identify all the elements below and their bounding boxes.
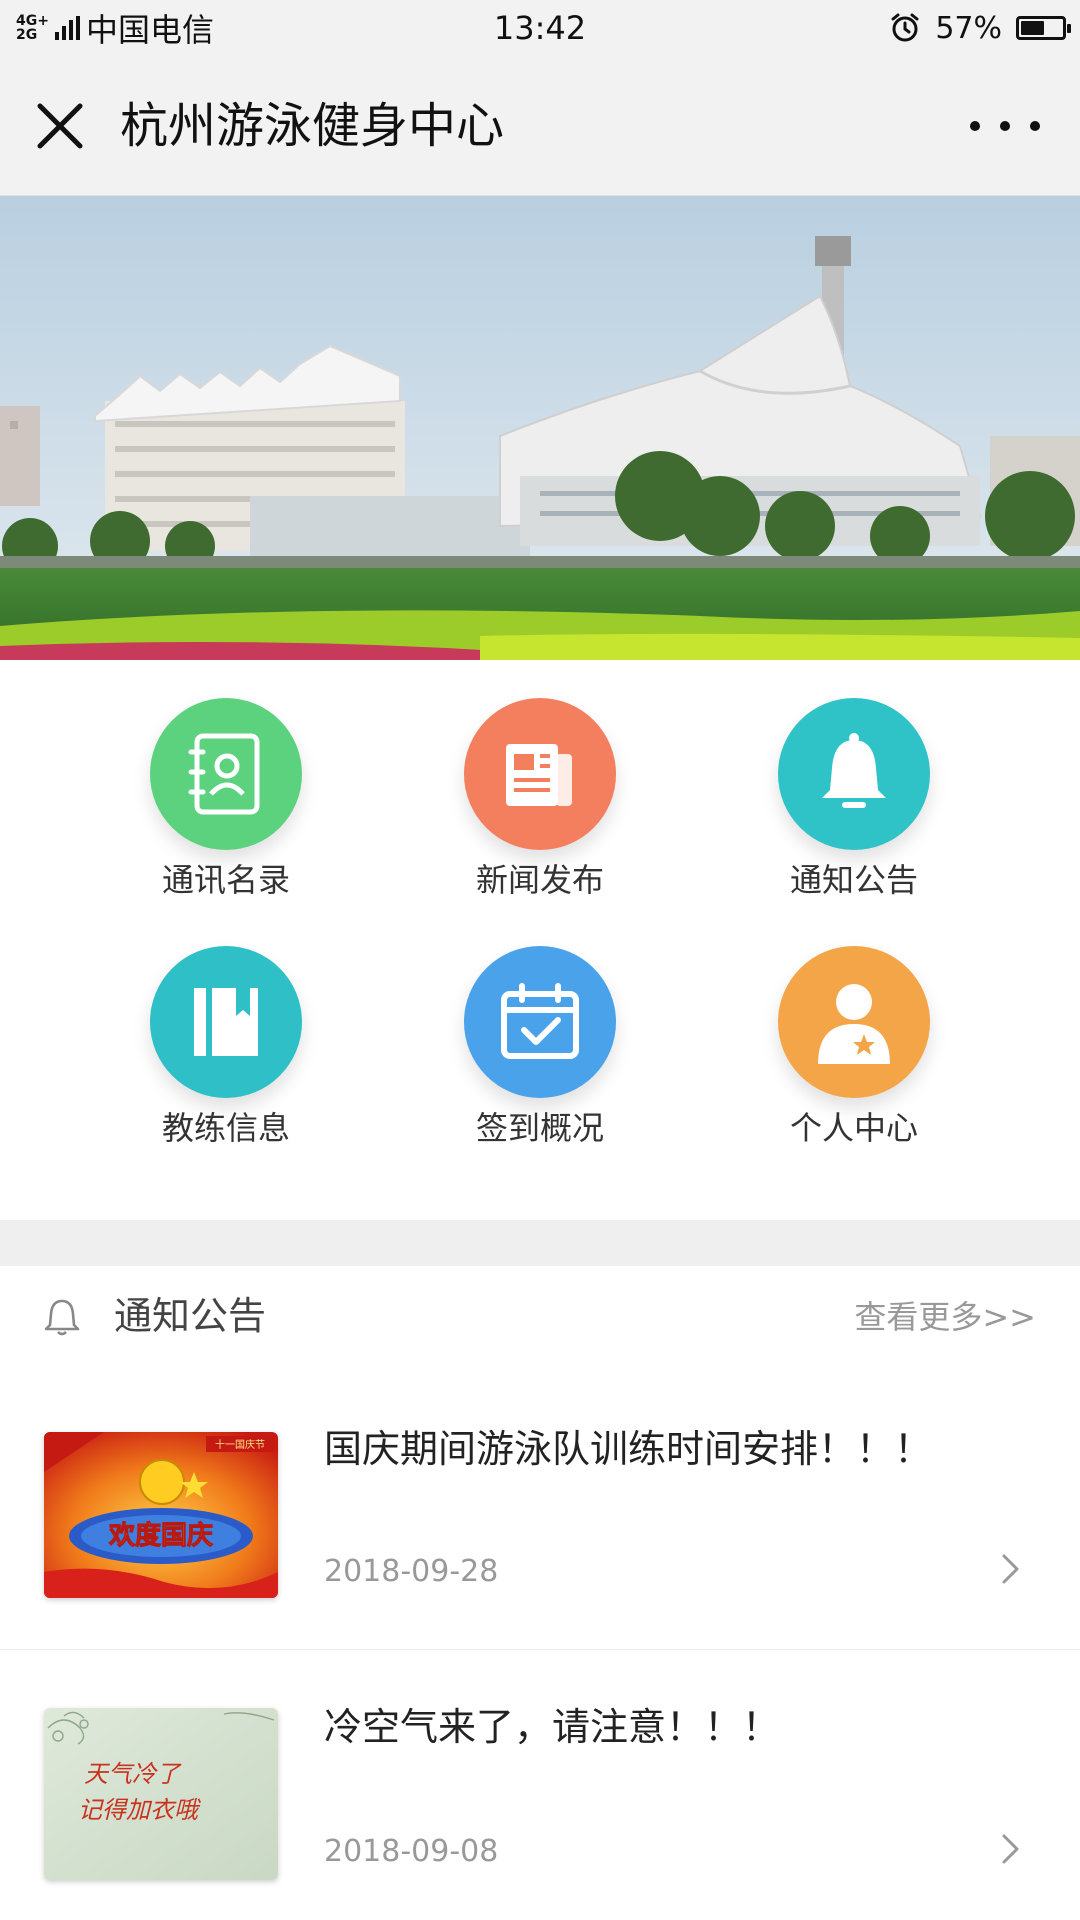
grid-icon-circle (464, 946, 616, 1098)
chevron-right-icon (1002, 1554, 1019, 1584)
grid-label: 通知公告 (789, 861, 918, 899)
cold-weather-image: 天气冷了 记得加衣哦 (44, 1708, 278, 1880)
grid-item-contacts[interactable]: 通讯名录 (76, 660, 376, 900)
list-item[interactable]: 十一国庆节 欢度国庆 国庆期间游泳队训练时间安排！！！ 2018-09-28 (0, 1366, 1080, 1650)
status-bar: 4G+ 2G 中国电信 13:42 57% (0, 0, 1080, 56)
status-right: 57% (889, 6, 1071, 50)
grid-item-checkin[interactable]: 签到概况 (390, 908, 690, 1148)
grid-item-profile[interactable]: 个人中心 (704, 908, 1004, 1148)
grid-label: 教练信息 (161, 1109, 290, 1147)
calendar-check-icon (501, 983, 579, 1059)
grid-label: 签到概况 (475, 1109, 604, 1147)
function-grid: 通讯名录 新闻发布 通知公告 教练信息 签到概况 个人中心 (0, 660, 1080, 1220)
bell-outline-icon (44, 1299, 80, 1336)
grid-label: 新闻发布 (475, 861, 604, 899)
battery-percent: 57% (935, 10, 1002, 46)
national-day-image: 十一国庆节 欢度国庆 (44, 1432, 278, 1598)
thumb-text-line1: 天气冷了 (84, 1760, 182, 1788)
grid-icon-circle (150, 698, 302, 850)
grid-icon-circle (464, 698, 616, 850)
grid-item-news[interactable]: 新闻发布 (390, 660, 690, 900)
building-photo (0, 196, 1080, 660)
list-item[interactable]: 天气冷了 记得加衣哦 冷空气来了，请注意！！！ 2018-09-08 (0, 1650, 1080, 1920)
newspaper-icon (506, 744, 572, 806)
news-thumbnail: 十一国庆节 欢度国庆 (44, 1432, 278, 1598)
section-separator (0, 1220, 1080, 1266)
alarm-clock-icon (891, 13, 919, 42)
grid-label: 通讯名录 (161, 861, 290, 899)
close-icon[interactable] (34, 100, 86, 152)
grid-item-notices[interactable]: 通知公告 (704, 660, 1004, 900)
thumb-text: 欢度国庆 (108, 1520, 213, 1551)
banner-image[interactable] (0, 196, 1080, 660)
news-title: 国庆期间游泳队训练时间安排！！！ (324, 1427, 933, 1471)
contacts-icon (188, 733, 260, 815)
grid-icon-circle (150, 946, 302, 1098)
news-date: 2018-09-08 (324, 1834, 499, 1869)
book-icon (194, 988, 258, 1056)
grid-label: 个人中心 (789, 1109, 918, 1147)
thumb-badge: 十一国庆节 (215, 1438, 265, 1451)
grid-icon-circle (778, 946, 930, 1098)
battery-fill (1021, 21, 1044, 35)
bell-icon (822, 733, 886, 808)
more-icon[interactable] (970, 108, 1040, 144)
news-title: 冷空气来了，请注意！！！ (324, 1705, 781, 1749)
chevron-right-icon (1002, 1834, 1019, 1864)
nav-bar: 杭州游泳健身中心 (0, 56, 1080, 196)
page-title: 杭州游泳健身中心 (120, 98, 505, 154)
thumb-text-line2: 记得加衣哦 (78, 1796, 201, 1824)
grid-icon-circle (778, 698, 930, 850)
user-star-icon (818, 984, 890, 1064)
news-thumbnail: 天气冷了 记得加衣哦 (44, 1708, 278, 1880)
notices-header: 通知公告 查看更多>> (0, 1266, 1080, 1366)
news-date: 2018-09-28 (324, 1554, 499, 1589)
view-more-link[interactable]: 查看更多>> (854, 1296, 1036, 1338)
notices-title: 通知公告 (114, 1294, 267, 1338)
grid-item-coaches[interactable]: 教练信息 (76, 908, 376, 1148)
battery-icon (1016, 16, 1071, 40)
